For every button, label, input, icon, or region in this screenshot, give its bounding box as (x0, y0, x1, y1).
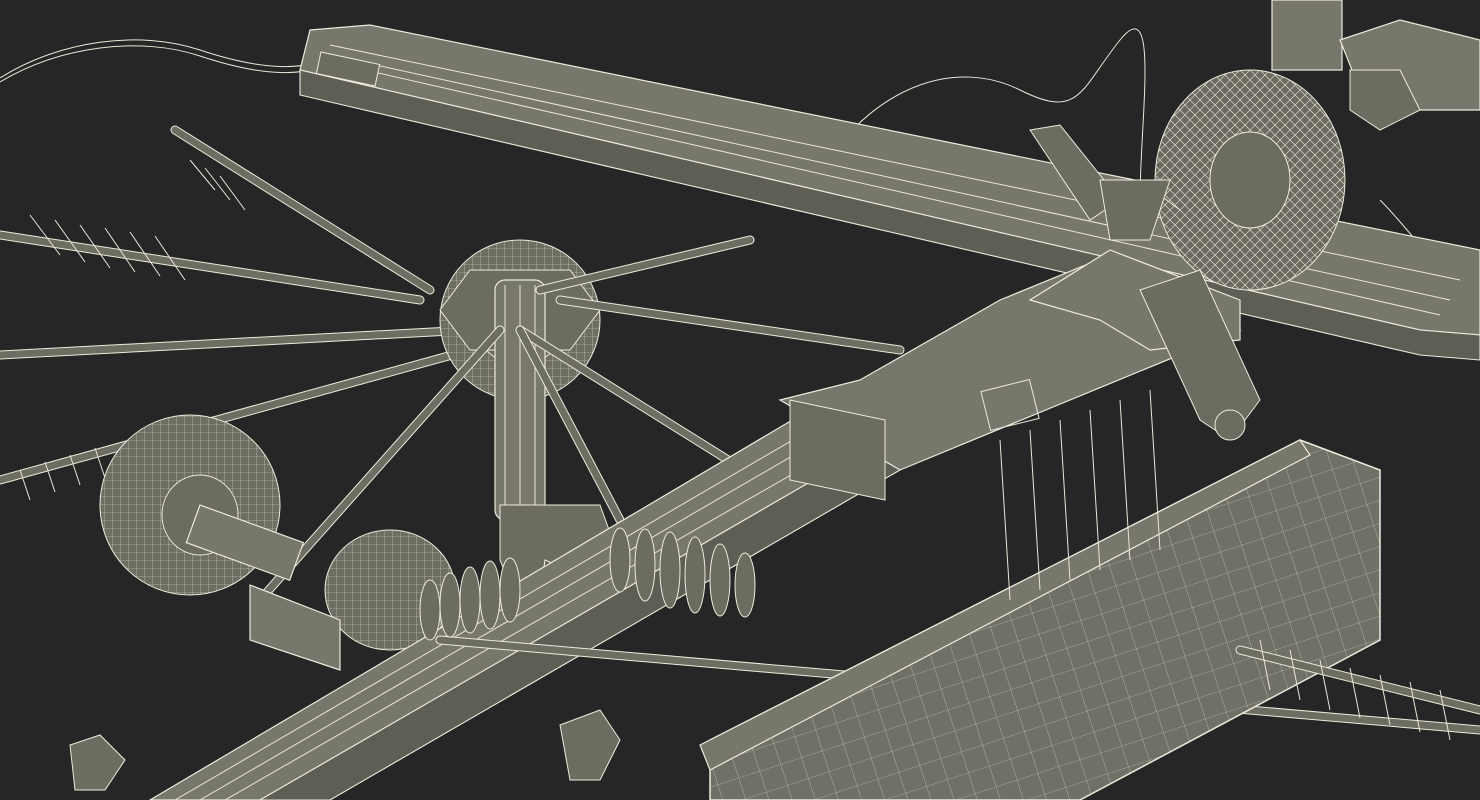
wireframe-model (0, 0, 1480, 800)
right-tire (1154, 69, 1346, 291)
tine-arm-left-upper (0, 125, 435, 305)
wireframe-render-viewport (0, 0, 1480, 800)
